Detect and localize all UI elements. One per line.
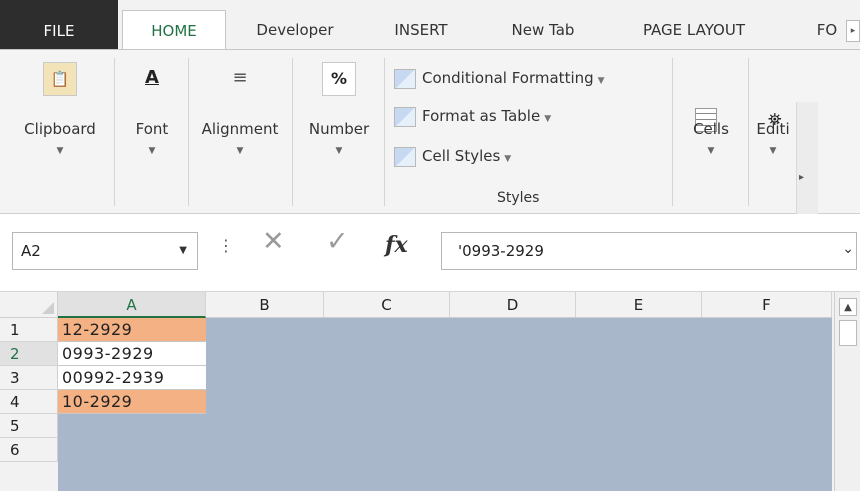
column-header-d[interactable]: D (450, 292, 576, 318)
cell-a2[interactable]: 0993-2929 (58, 342, 206, 366)
editing-label: Editi (756, 120, 790, 138)
tab-formulas[interactable]: FO (812, 12, 842, 49)
ribbon-tab-bar: FILE HOME Developer INSERT New Tab PAGE … (0, 0, 860, 50)
ribbon-separator (188, 58, 189, 206)
ribbon-separator (292, 58, 293, 206)
chevron-down-icon: ▼ (544, 114, 552, 124)
tab-scroll-right-icon[interactable]: ▸ (846, 20, 860, 42)
formula-bar: A2 ▼ ⋮ ✕ ✓ fx '0993-2929 ⌄ (0, 214, 860, 292)
row-header-6[interactable]: 6 (0, 438, 58, 462)
tab-page-layout[interactable]: PAGE LAYOUT (629, 12, 759, 49)
cell-a4[interactable]: 10-2929 (58, 390, 206, 414)
cell-styles-label: Cell Styles (422, 147, 501, 165)
ribbon-separator (672, 58, 673, 206)
scroll-up-icon[interactable]: ▲ (839, 298, 857, 316)
chevron-down-icon: ▼ (769, 146, 777, 156)
cell-a3[interactable]: 00992-2939 (58, 366, 206, 390)
worksheet-grid: A B C D E F 1 2 3 4 5 6 12-2929 0993-292… (0, 292, 860, 491)
column-header-a[interactable]: A (58, 292, 206, 318)
format-as-table-label: Format as Table (422, 107, 541, 125)
font-label: Font (135, 120, 169, 138)
select-all-icon (42, 302, 54, 314)
cell-styles-button[interactable]: Cell Styles ▼ (394, 142, 511, 170)
cells-label: Cells (693, 120, 729, 138)
column-header-f[interactable]: F (702, 292, 832, 318)
ribbon: 📋 Clipboard ▼ A Font ▼ ≡ Alignment ▼ % N… (0, 49, 860, 260)
formula-input[interactable]: '0993-2929 ⌄ (441, 232, 857, 270)
cancel-icon[interactable]: ✕ (262, 226, 285, 257)
conditional-formatting-button[interactable]: Conditional Formatting ▼ (394, 64, 605, 92)
cell-a1[interactable]: 12-2929 (58, 318, 206, 342)
enter-checkmark-icon[interactable]: ✓ (326, 226, 349, 257)
column-header-c[interactable]: C (324, 292, 450, 318)
expand-formula-bar-icon[interactable]: ⌄ (842, 241, 854, 257)
number-label: Number (308, 120, 370, 138)
chevron-down-icon: ▼ (236, 146, 244, 156)
format-as-table-icon (394, 106, 416, 127)
select-all-corner[interactable] (0, 292, 58, 318)
row-header-3[interactable]: 3 (0, 366, 58, 390)
row-header-2[interactable]: 2 (0, 342, 58, 366)
column-header-e[interactable]: E (576, 292, 702, 318)
align-lines-icon: ≡ (232, 67, 248, 88)
group-cells[interactable]: Cells ▼ (676, 50, 746, 210)
percent-icon: % (322, 62, 356, 96)
insert-function-button[interactable]: fx (385, 232, 408, 258)
row-header-5[interactable]: 5 (0, 414, 58, 438)
conditional-formatting-icon (394, 68, 416, 89)
ribbon-separator (114, 58, 115, 206)
chevron-down-icon[interactable]: ▼ (179, 245, 187, 256)
group-font[interactable]: A Font ▼ (118, 50, 186, 210)
tab-home[interactable]: HOME (122, 10, 226, 50)
chevron-down-icon: ▼ (707, 146, 715, 156)
column-header-b[interactable]: B (206, 292, 324, 318)
conditional-formatting-label: Conditional Formatting (422, 69, 594, 87)
group-alignment[interactable]: ≡ Alignment ▼ (190, 50, 290, 210)
ribbon-separator (384, 58, 385, 206)
ribbon-scroll-right-icon[interactable]: ▸ (799, 172, 804, 183)
vertical-scrollbar[interactable]: ▲ (834, 292, 860, 491)
tab-insert[interactable]: INSERT (384, 12, 458, 49)
group-clipboard[interactable]: 📋 Clipboard ▼ (8, 50, 112, 210)
tab-new-tab[interactable]: New Tab (495, 12, 591, 49)
chevron-down-icon: ▼ (597, 76, 605, 86)
group-number[interactable]: % Number ▼ (296, 50, 382, 210)
chevron-down-icon: ▼ (504, 154, 512, 164)
tab-developer[interactable]: Developer (244, 12, 346, 49)
clipboard-icon: 📋 (43, 62, 77, 96)
chevron-down-icon: ▼ (56, 146, 64, 156)
group-editing[interactable]: Editi ▼ (750, 50, 796, 210)
tab-file[interactable]: FILE (0, 0, 118, 49)
name-box-value: A2 (21, 242, 41, 260)
chevron-down-icon: ▼ (335, 146, 343, 156)
format-as-table-button[interactable]: Format as Table ▼ (394, 102, 551, 130)
clipboard-label: Clipboard (24, 120, 96, 138)
styles-group-label: Styles (497, 190, 540, 206)
formula-value: '0993-2929 (458, 242, 544, 260)
scroll-thumb[interactable] (839, 320, 857, 346)
more-options-icon[interactable]: ⋮ (218, 236, 234, 255)
alignment-label: Alignment (201, 120, 279, 138)
cell-styles-icon (394, 146, 416, 167)
name-box[interactable]: A2 ▼ (12, 232, 198, 270)
ribbon-separator (748, 58, 749, 206)
row-header-1[interactable]: 1 (0, 318, 58, 342)
font-color-icon: A (145, 67, 159, 88)
chevron-down-icon: ▼ (148, 146, 156, 156)
row-header-4[interactable]: 4 (0, 390, 58, 414)
